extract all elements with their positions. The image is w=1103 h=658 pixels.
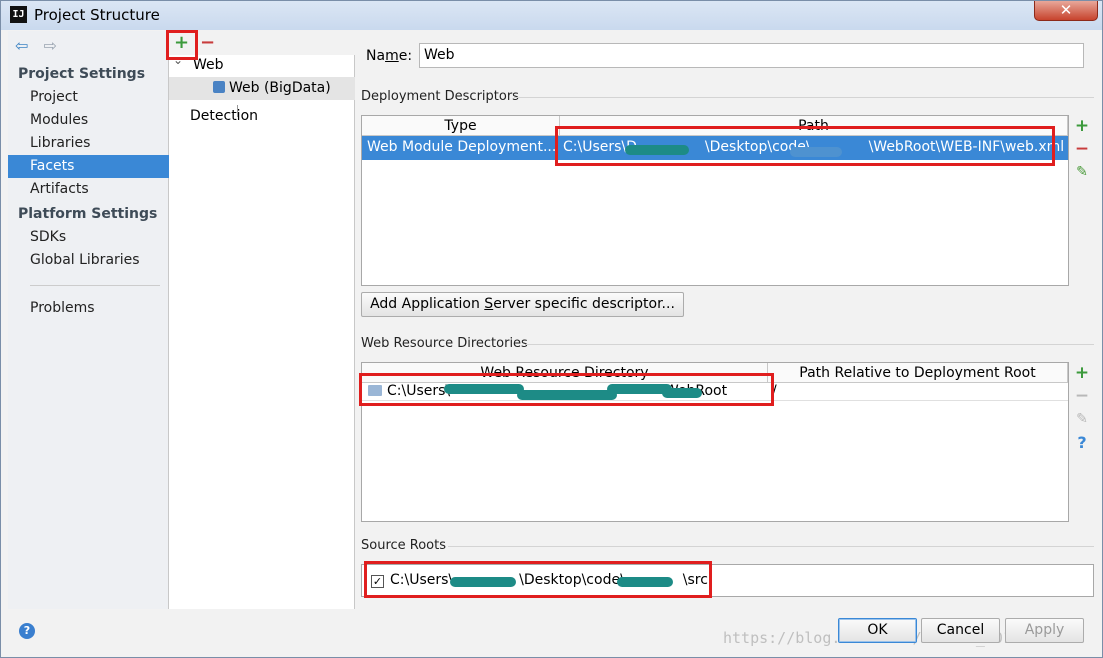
edit-web-resource-icon[interactable]: ✎ bbox=[1070, 408, 1094, 431]
descriptor-type-cell: Web Module Deployment... bbox=[367, 139, 557, 155]
nav-divider bbox=[30, 285, 160, 286]
nav-item-facets[interactable]: Facets bbox=[8, 155, 169, 178]
help-icon[interactable]: ? bbox=[19, 623, 35, 639]
add-descriptor-icon[interactable]: + bbox=[1070, 115, 1094, 138]
nav-item-problems[interactable]: Problems bbox=[8, 297, 169, 320]
source-roots-heading: Source Roots bbox=[361, 538, 447, 553]
intellij-app-icon: IJ bbox=[10, 6, 27, 23]
tree-item-web-bigdata-label: Web (BigData) bbox=[229, 80, 331, 96]
divider bbox=[514, 97, 1094, 98]
nav-item-artifacts[interactable]: Artifacts bbox=[8, 178, 169, 201]
remove-facet-icon[interactable]: − bbox=[200, 34, 215, 52]
descriptor-tools: + − ✎ bbox=[1070, 115, 1094, 184]
add-web-resource-icon[interactable]: + bbox=[1070, 362, 1094, 385]
title-bar[interactable]: IJ Project Structure ✕ bbox=[1, 1, 1102, 30]
add-server-descriptor-button[interactable]: Add Application Server specific descript… bbox=[361, 292, 684, 317]
nav-item-project[interactable]: Project bbox=[8, 86, 169, 109]
facet-settings-panel: Name: Web Deployment Descriptors Type Pa… bbox=[356, 31, 1099, 609]
platform-settings-heading: Platform Settings bbox=[18, 206, 158, 222]
facet-tree: + − ⌄ Web Web (BigData) Detection bbox=[169, 31, 355, 609]
project-structure-window: IJ Project Structure ✕ ⇦ ⇨ Project Setti… bbox=[0, 0, 1103, 658]
web-resource-tools: + − ✎ ? bbox=[1070, 362, 1094, 454]
nav-item-global-libraries[interactable]: Global Libraries bbox=[8, 249, 169, 272]
web-facet-icon bbox=[213, 81, 225, 93]
close-button[interactable]: ✕ bbox=[1034, 1, 1098, 21]
highlight-source-root-box bbox=[364, 561, 712, 598]
apply-button[interactable]: Apply bbox=[1005, 618, 1084, 643]
name-field[interactable]: Web bbox=[419, 43, 1084, 68]
remove-web-resource-icon[interactable]: − bbox=[1070, 385, 1094, 408]
highlight-descriptor-path-box bbox=[555, 126, 1055, 166]
nav-item-sdks[interactable]: SDKs bbox=[8, 226, 169, 249]
edit-descriptor-icon[interactable]: ✎ bbox=[1070, 161, 1094, 184]
settings-nav: ⇦ ⇨ Project Settings Project Modules Lib… bbox=[8, 31, 169, 609]
deployment-descriptors-heading: Deployment Descriptors bbox=[361, 89, 519, 104]
tree-item-detection[interactable]: Detection bbox=[190, 108, 258, 124]
tree-item-web-bigdata[interactable]: Web (BigData) bbox=[213, 80, 331, 96]
nav-item-libraries[interactable]: Libraries bbox=[8, 132, 169, 155]
project-settings-heading: Project Settings bbox=[18, 66, 146, 82]
column-header-type[interactable]: Type bbox=[362, 116, 560, 136]
window-title: Project Structure bbox=[34, 6, 160, 24]
highlight-web-resource-box bbox=[359, 373, 774, 406]
highlight-add-button-box bbox=[166, 30, 198, 60]
tree-divider bbox=[237, 105, 238, 117]
remove-descriptor-icon[interactable]: − bbox=[1070, 138, 1094, 161]
help-icon[interactable]: ? bbox=[1070, 431, 1094, 454]
nav-item-modules[interactable]: Modules bbox=[8, 109, 169, 132]
divider bbox=[448, 546, 1094, 547]
name-label: Name: bbox=[366, 48, 413, 64]
back-arrow-icon[interactable]: ⇦ bbox=[15, 36, 28, 55]
web-resource-directories-heading: Web Resource Directories bbox=[361, 336, 528, 351]
divider bbox=[526, 344, 1094, 345]
dialog-footer: ? https://blog.csdn.net/weixin_40134511 … bbox=[8, 609, 1099, 655]
cancel-button[interactable]: Cancel bbox=[921, 618, 1000, 643]
ok-button[interactable]: OK bbox=[838, 618, 917, 643]
forward-arrow-icon[interactable]: ⇨ bbox=[44, 36, 57, 55]
